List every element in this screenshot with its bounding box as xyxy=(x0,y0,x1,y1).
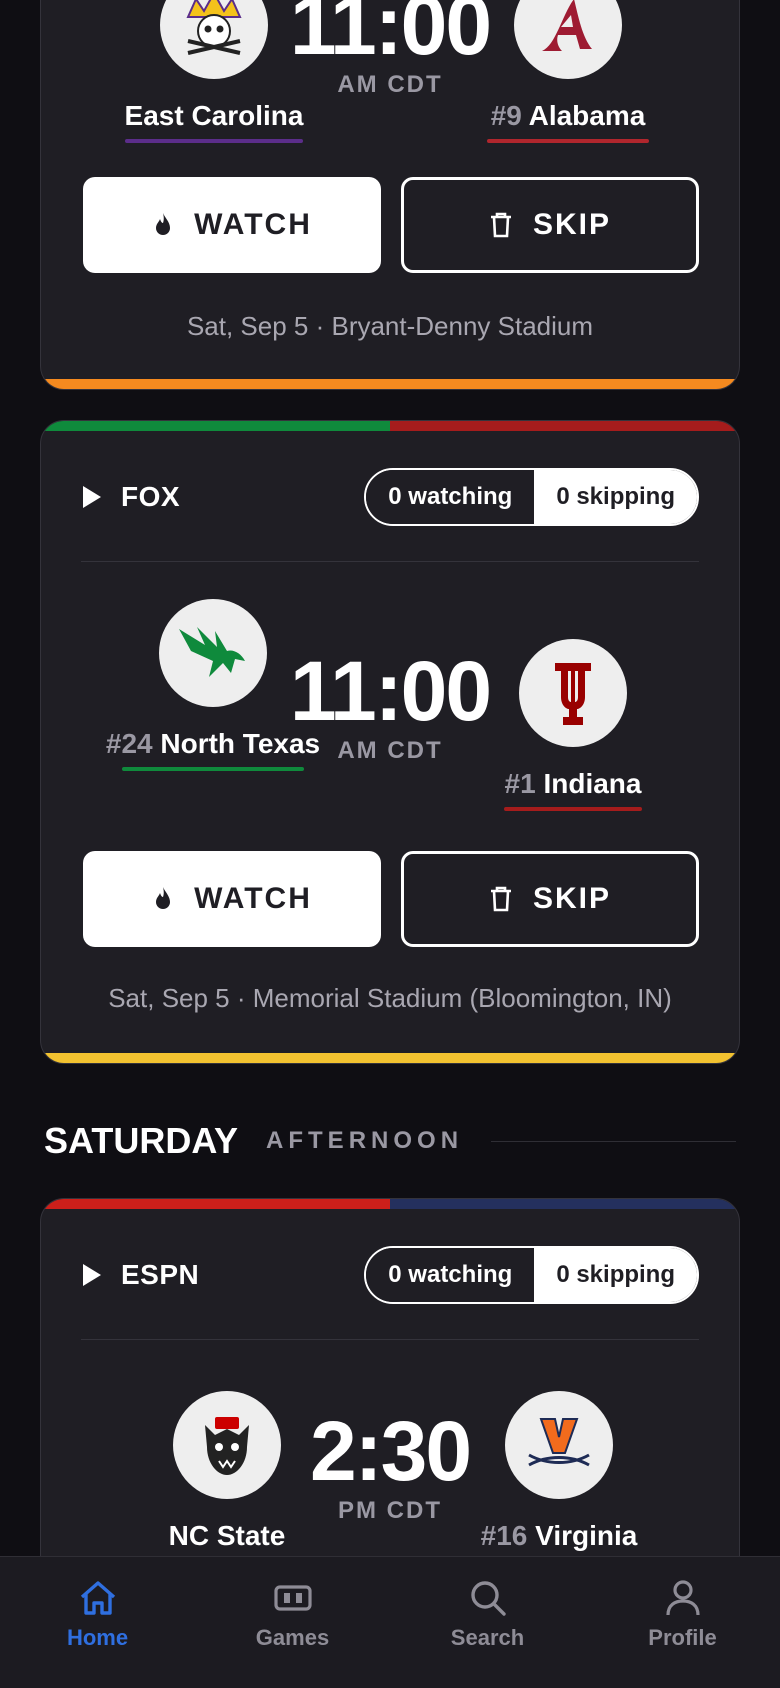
watching-count: 0 watching xyxy=(366,1248,535,1302)
flame-icon xyxy=(156,213,171,235)
flame-icon xyxy=(156,887,171,909)
home-team[interactable]: #1 Indiana xyxy=(453,639,693,811)
indiana-iu-icon xyxy=(555,663,591,725)
team-logo xyxy=(519,639,627,747)
watching-count: 0 watching xyxy=(366,470,535,524)
search-icon xyxy=(470,1581,506,1616)
skipping-count: 0 skipping xyxy=(534,470,697,524)
tab-home[interactable]: Home xyxy=(0,1557,195,1688)
game-venue: Sat, Sep 5 · Bryant-Denny Stadium xyxy=(186,311,594,341)
game-card-ncstate-virginia: ESPN 0 watching 0 skipping NC State 2:30… xyxy=(40,1198,740,1618)
game-card-unt-indiana: FOX 0 watching 0 skipping #24 North Texa… xyxy=(40,420,740,1064)
home-team[interactable]: #9 Alabama xyxy=(448,0,688,143)
team-name: #1 Indiana xyxy=(504,768,642,799)
alabama-a-icon xyxy=(542,0,592,51)
section-divider xyxy=(491,1140,736,1142)
vote-counter: 0 watching 0 skipping xyxy=(364,468,699,526)
card-bottom-accent xyxy=(41,379,739,389)
team-logo xyxy=(505,1391,613,1499)
home-team[interactable]: #16 Virginia xyxy=(439,1391,679,1563)
home-icon xyxy=(80,1581,115,1615)
skip-button[interactable]: SKIP xyxy=(401,851,699,947)
section-part: AFTERNOON xyxy=(266,1127,464,1154)
section-day: SATURDAY xyxy=(44,1120,239,1161)
game-card-ecu-alabama: East Carolina 11:00 AM CDT #9 Alabama WA… xyxy=(40,0,740,390)
play-icon xyxy=(83,1264,101,1286)
tab-search[interactable]: Search xyxy=(390,1557,585,1688)
tab-games[interactable]: Games xyxy=(195,1557,390,1688)
profile-icon xyxy=(665,1580,700,1616)
game-venue: Sat, Sep 5 · Memorial Stadium (Bloomingt… xyxy=(108,983,672,1013)
tab-profile[interactable]: Profile xyxy=(585,1557,780,1688)
team-color-bar xyxy=(41,421,739,431)
section-header: SATURDAY AFTERNOON xyxy=(44,1120,736,1162)
divider xyxy=(81,561,699,562)
team-color-underline xyxy=(125,139,303,143)
team-color-underline xyxy=(487,139,649,143)
watch-button[interactable]: WATCH xyxy=(83,851,381,947)
team-logo xyxy=(514,0,622,79)
divider xyxy=(81,1339,699,1340)
virginia-logo-icon xyxy=(528,1418,590,1467)
skip-button[interactable]: SKIP xyxy=(401,177,699,273)
bottom-tab-bar: Home Games Search Profile xyxy=(0,1556,780,1688)
games-icon xyxy=(273,1585,312,1611)
vote-counter: 0 watching 0 skipping xyxy=(364,1246,699,1304)
network-name: FOX xyxy=(121,481,181,512)
trash-icon xyxy=(490,212,511,238)
team-name: #9 Alabama xyxy=(490,100,646,131)
watch-button[interactable]: WATCH xyxy=(83,177,381,273)
team-name: #16 Virginia xyxy=(480,1520,638,1551)
card-bottom-accent xyxy=(41,1053,739,1063)
trash-icon xyxy=(490,886,511,912)
network-link[interactable]: FOX xyxy=(83,481,180,513)
play-icon xyxy=(83,486,101,508)
team-color-bar xyxy=(41,1199,739,1209)
network-name: ESPN xyxy=(121,1259,200,1290)
team-color-underline xyxy=(122,767,304,771)
team-color-underline xyxy=(504,807,642,811)
skipping-count: 0 skipping xyxy=(534,1248,697,1302)
team-name: East Carolina xyxy=(124,100,304,131)
network-link[interactable]: ESPN xyxy=(83,1259,199,1291)
